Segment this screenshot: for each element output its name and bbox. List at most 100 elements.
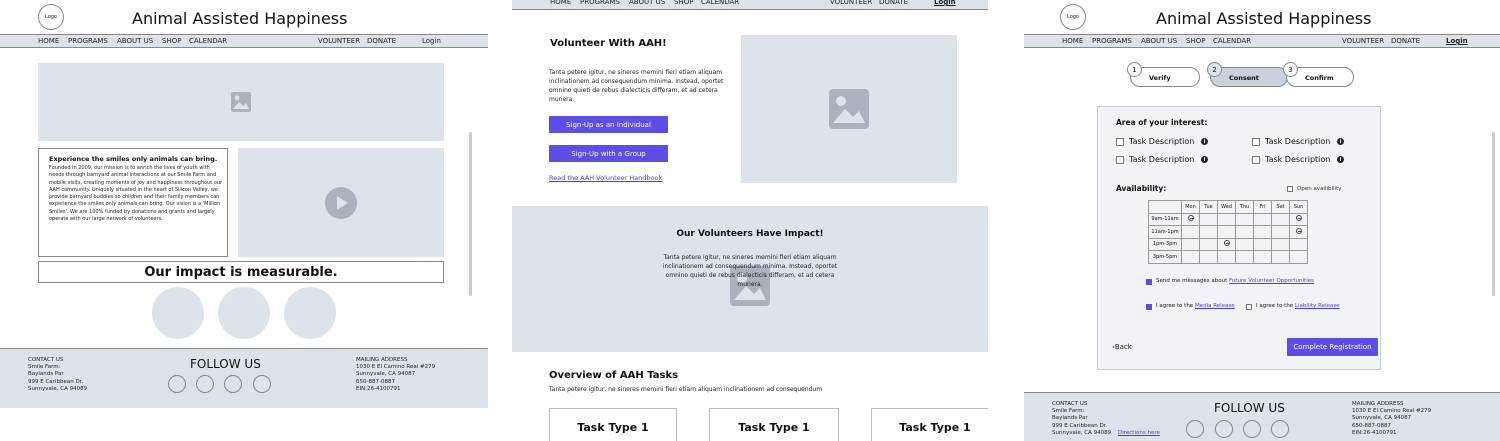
send-messages-checkbox[interactable] — [1146, 279, 1152, 285]
slot-cell[interactable] — [1199, 212, 1218, 226]
nav-login[interactable]: Login — [934, 0, 956, 6]
interest-checkbox[interactable] — [1116, 156, 1124, 164]
media-release-checkbox[interactable] — [1146, 304, 1152, 310]
footer: CONTACT US Smile Farm: Baylands Par 999 … — [1024, 392, 1500, 441]
open-availability-checkbox[interactable] — [1287, 186, 1293, 192]
directions-link[interactable]: Directions here — [1118, 430, 1160, 437]
social-icon[interactable] — [224, 375, 242, 393]
slot-cell[interactable] — [1235, 250, 1254, 264]
nav-programs[interactable]: PROGRAMS — [68, 37, 108, 45]
liability-release-checkbox[interactable] — [1246, 304, 1252, 310]
social-icon[interactable] — [196, 375, 214, 393]
slot-cell[interactable] — [1271, 237, 1290, 251]
slot-cell[interactable] — [1217, 212, 1236, 226]
nav-home[interactable]: HOME — [1062, 37, 1083, 45]
slot-cell[interactable] — [1289, 225, 1308, 239]
slot-cell[interactable] — [1289, 237, 1308, 251]
nav-programs[interactable]: PROGRAMS — [1092, 37, 1132, 45]
slot-cell[interactable] — [1217, 225, 1236, 239]
slot-cell[interactable] — [1253, 250, 1272, 264]
nav-volunteer[interactable]: VOLUNTEER — [830, 0, 872, 6]
site-title: Animal Assisted Happiness — [132, 9, 348, 28]
nav-about[interactable]: ABOUT US — [117, 37, 153, 45]
nav-donate[interactable]: DONATE — [1391, 37, 1420, 45]
complete-registration-button[interactable]: Complete Registration — [1287, 338, 1378, 356]
interest-checkbox[interactable] — [1116, 138, 1124, 146]
main-nav: HOME PROGRAMS ABOUT US SHOP CALENDAR VOL… — [1024, 34, 1500, 48]
interest-label: Task Description — [1265, 155, 1331, 164]
slot-cell[interactable] — [1271, 225, 1290, 239]
social-icon[interactable] — [1243, 420, 1261, 438]
slot-cell[interactable] — [1253, 212, 1272, 226]
step-consent[interactable]: 2 Consent — [1207, 62, 1288, 87]
social-icon[interactable] — [1186, 420, 1204, 438]
slot-cell[interactable] — [1271, 250, 1290, 264]
scrollbar[interactable] — [469, 132, 472, 296]
task-card[interactable]: Task Type 1 — [709, 408, 839, 441]
slot-cell[interactable] — [1235, 225, 1254, 239]
nav-calendar[interactable]: CALENDAR — [1213, 37, 1251, 45]
about-body: Founded in 2009, our mission is to enric… — [49, 165, 223, 223]
social-icon[interactable] — [168, 375, 186, 393]
interest-label: Task Description — [1129, 137, 1195, 146]
task-card[interactable]: Task Type 1 — [871, 408, 988, 441]
signup-individual-button[interactable]: Sign-Up as an Individual — [549, 116, 668, 133]
scrollbar[interactable] — [1492, 132, 1495, 296]
video-placeholder[interactable] — [238, 148, 444, 257]
logo[interactable]: Logo — [38, 4, 64, 30]
nav-about[interactable]: ABOUT US — [1141, 37, 1177, 45]
nav-home[interactable]: HOME — [38, 37, 59, 45]
nav-shop[interactable]: SHOP — [162, 37, 181, 45]
info-icon[interactable]: i — [1201, 138, 1208, 145]
task-card[interactable]: Task Type 1 — [549, 408, 677, 441]
slot-cell[interactable] — [1181, 212, 1200, 226]
nav-volunteer[interactable]: VOLUNTEER — [318, 37, 360, 45]
slot-cell[interactable] — [1181, 250, 1200, 264]
slot-cell[interactable] — [1181, 237, 1200, 251]
nav-login[interactable]: Login — [422, 37, 441, 45]
slot-cell[interactable] — [1181, 225, 1200, 239]
nav-programs[interactable]: PROGRAMS — [580, 0, 620, 6]
nav-shop[interactable]: SHOP — [1186, 37, 1205, 45]
nav-donate[interactable]: DONATE — [367, 37, 396, 45]
nav-about[interactable]: ABOUT US — [629, 0, 665, 6]
nav-donate[interactable]: DONATE — [879, 0, 908, 6]
slot-cell[interactable] — [1253, 225, 1272, 239]
slot-cell[interactable] — [1271, 212, 1290, 226]
signup-group-button[interactable]: Sign-Up with a Group — [549, 145, 668, 162]
back-button[interactable]: ‹Back — [1112, 343, 1132, 351]
slot-cell[interactable] — [1289, 212, 1308, 226]
nav-home[interactable]: HOME — [550, 0, 571, 6]
social-icon[interactable] — [1271, 420, 1289, 438]
handbook-link[interactable]: Read the AAH Volunteer Handbook — [549, 174, 662, 182]
step-label: Verify — [1149, 74, 1171, 82]
interest-checkbox[interactable] — [1252, 156, 1260, 164]
step-verify[interactable]: 1 Verify — [1127, 62, 1200, 87]
slot-cell[interactable] — [1199, 225, 1218, 239]
slot-cell[interactable] — [1235, 237, 1254, 251]
slot-cell[interactable] — [1199, 237, 1218, 251]
nav-login[interactable]: Login — [1446, 37, 1468, 45]
slot-cell[interactable] — [1217, 250, 1236, 264]
media-release-link[interactable]: Media Release — [1195, 303, 1235, 309]
info-icon[interactable]: i — [1337, 138, 1344, 145]
slot-cell[interactable] — [1289, 250, 1308, 264]
info-icon[interactable]: i — [1337, 156, 1344, 163]
slot-cell[interactable] — [1235, 212, 1254, 226]
liability-release-link[interactable]: Liability Release — [1295, 303, 1340, 309]
play-icon[interactable] — [324, 186, 358, 220]
social-icon[interactable] — [1215, 420, 1233, 438]
info-icon[interactable]: i — [1201, 156, 1208, 163]
interest-checkbox[interactable] — [1252, 138, 1260, 146]
nav-shop[interactable]: SHOP — [674, 0, 693, 6]
nav-calendar[interactable]: CALENDAR — [189, 37, 227, 45]
slot-cell[interactable] — [1199, 250, 1218, 264]
nav-volunteer[interactable]: VOLUNTEER — [1342, 37, 1384, 45]
slot-cell[interactable] — [1217, 237, 1236, 251]
social-icon[interactable] — [253, 375, 271, 393]
logo[interactable]: Logo — [1060, 4, 1086, 30]
nav-calendar[interactable]: CALENDAR — [701, 0, 739, 6]
future-opportunities-link[interactable]: Future Volunteer Opportunities — [1229, 278, 1314, 284]
step-confirm[interactable]: 3 Confirm — [1283, 62, 1354, 87]
slot-cell[interactable] — [1253, 237, 1272, 251]
